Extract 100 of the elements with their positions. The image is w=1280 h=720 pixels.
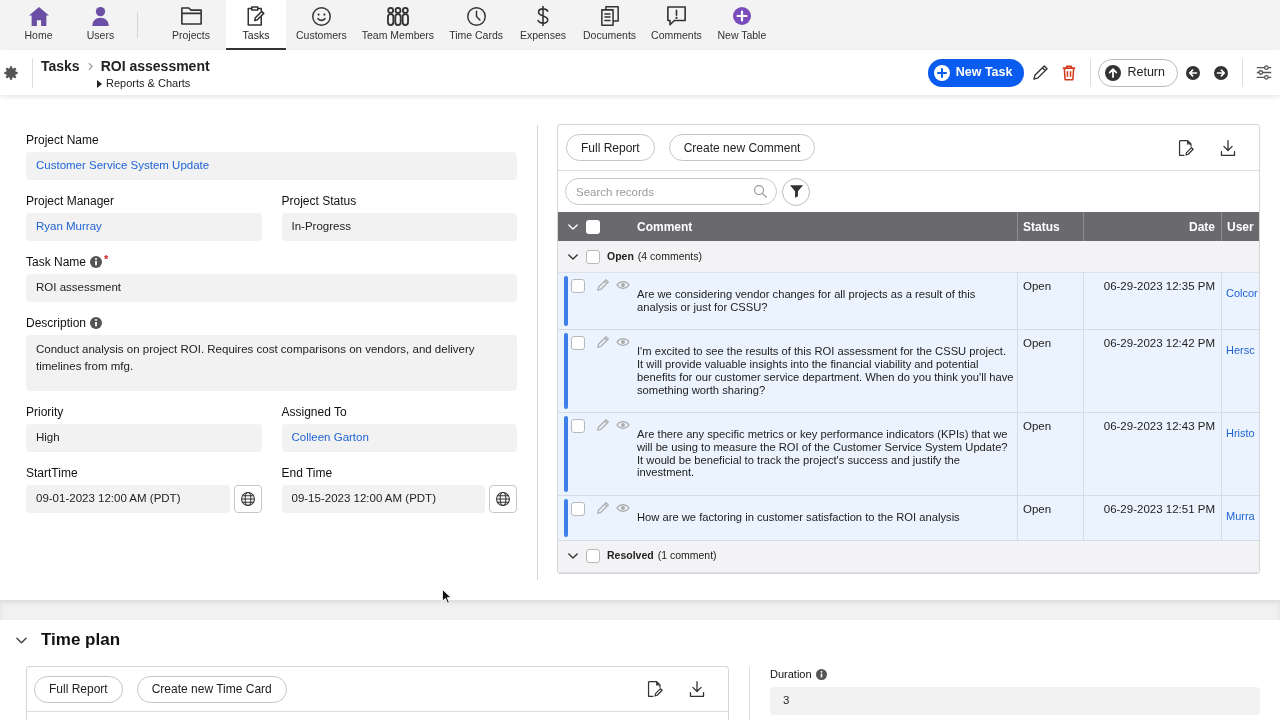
- record-link[interactable]: Customer Service System Update: [36, 157, 210, 175]
- input-field[interactable]: 3: [770, 687, 1260, 715]
- input-field[interactable]: High: [26, 424, 262, 452]
- search-icon: [754, 185, 767, 198]
- date-field[interactable]: 09-15-2023 12:00 AM (PDT): [281, 485, 485, 513]
- sliders-icon[interactable]: [1256, 65, 1272, 80]
- nav-item[interactable]: Home: [10, 0, 67, 50]
- nav-item[interactable]: Expenses: [513, 0, 573, 50]
- group-count: (4 comments): [637, 248, 703, 264]
- plus-circle-icon: [933, 64, 950, 81]
- date-field[interactable]: 09-01-2023 12:00 AM (PDT): [26, 485, 230, 513]
- status-cell: Open: [1017, 413, 1083, 496]
- chevron-icon[interactable]: [568, 253, 578, 260]
- chevron-icon[interactable]: [16, 636, 27, 644]
- return-button[interactable]: Return: [1098, 58, 1178, 87]
- required-mark: *: [104, 254, 109, 265]
- nav-item[interactable]: Users: [72, 0, 129, 50]
- field-label: Duration: [770, 666, 812, 682]
- comment-text: I'm excited to see the results of this ROI assessment for the CSSU project. It will provide valuable insights into the financial viability and potential benefits for our customer service department. When do you think you'll have something worth sharing?: [637, 344, 1015, 398]
- edit-note-icon[interactable]: [1178, 139, 1194, 156]
- filter-button[interactable]: [782, 177, 810, 206]
- toolbar-button[interactable]: Full Report: [566, 134, 655, 161]
- group-row[interactable]: Resolved (1 comment): [558, 540, 1259, 573]
- field-label: Project Name: [26, 131, 99, 149]
- checkbox[interactable]: [586, 219, 600, 234]
- field-label: Description: [26, 314, 87, 332]
- date-cell: 06-29-2023 12:51 PM: [1083, 496, 1221, 540]
- globe-icon: [496, 492, 510, 506]
- trash-icon[interactable]: [1062, 64, 1077, 81]
- arrow-up-icon: [1105, 64, 1122, 81]
- clipboard-icon: [247, 6, 265, 26]
- folder-icon: [180, 7, 202, 25]
- timezone-button[interactable]: [489, 485, 517, 513]
- field-label: Project Status: [281, 192, 357, 210]
- clock-icon: [466, 6, 486, 26]
- nav-item[interactable]: Customers: [291, 0, 352, 50]
- record-link[interactable]: Colleen Garton: [291, 429, 369, 447]
- checkbox[interactable]: [586, 549, 600, 564]
- toolbar-button[interactable]: Full Report: [34, 675, 123, 703]
- breadcrumb-link[interactable]: Tasks: [41, 55, 80, 77]
- nav-item[interactable]: Comments: [646, 0, 707, 50]
- date-cell: 06-29-2023 12:35 PM: [1083, 273, 1221, 330]
- arrow-left-icon[interactable]: [1186, 65, 1200, 80]
- download-icon[interactable]: [1220, 139, 1236, 156]
- date-cell: 06-29-2023 12:42 PM: [1083, 330, 1221, 413]
- checkbox[interactable]: [571, 502, 585, 517]
- checkbox[interactable]: [571, 419, 585, 434]
- group-label: Open: [607, 248, 634, 264]
- user-link[interactable]: Murra: [1226, 510, 1255, 523]
- user-icon: [92, 6, 109, 26]
- row-indicator: [564, 499, 568, 537]
- group-count: (1 comment): [657, 548, 717, 564]
- nav-item[interactable]: New Table: [711, 0, 772, 50]
- record-link[interactable]: Ryan Murray: [36, 218, 102, 236]
- nav-item[interactable]: Team Members: [356, 0, 440, 50]
- column-header[interactable]: Comment: [637, 217, 693, 236]
- field-label: StartTime: [26, 464, 78, 482]
- filter-icon: [789, 185, 803, 198]
- reports-link[interactable]: Reports & Charts: [97, 76, 210, 91]
- nav-item[interactable]: Time Cards: [444, 0, 508, 50]
- checkbox[interactable]: [586, 249, 600, 264]
- toolbar-button[interactable]: Create new Comment: [668, 134, 816, 161]
- chevron-icon[interactable]: [568, 553, 578, 560]
- nav-item[interactable]: Tasks: [226, 0, 286, 50]
- input-field[interactable]: ROI assessment: [26, 274, 517, 302]
- checkbox[interactable]: [571, 336, 585, 351]
- field-label: Assigned To: [281, 403, 347, 421]
- toolbar-button[interactable]: Create new Time Card: [136, 675, 287, 703]
- field-label: Task Name: [26, 253, 87, 271]
- globe-icon: [240, 492, 255, 506]
- search-field[interactable]: Search records: [565, 178, 777, 205]
- edit-note-icon[interactable]: [647, 681, 663, 697]
- input-field[interactable]: Colleen Garton: [281, 424, 517, 452]
- comment-text: Are there any specific metrics or key performance indicators (KPIs) that we will be using to measure the ROI of the Customer Service System Update? It would be beneficial to track the project's success and justify the investment.: [637, 427, 1009, 481]
- input-field[interactable]: Ryan Murray: [26, 213, 262, 241]
- new-task-button[interactable]: New Task: [927, 58, 1025, 87]
- chevron-down-icon[interactable]: [568, 223, 578, 230]
- download-icon[interactable]: [689, 681, 705, 697]
- group-label: Resolved: [607, 548, 654, 564]
- checkbox[interactable]: [571, 279, 585, 293]
- nav-item[interactable]: Documents: [578, 0, 642, 50]
- user-link[interactable]: Colcor: [1226, 287, 1258, 299]
- home-icon: [28, 6, 49, 26]
- input-field[interactable]: In-Progress: [281, 213, 517, 241]
- user-link[interactable]: Hersc: [1226, 344, 1255, 357]
- smiley-icon: [311, 6, 331, 26]
- nav-item[interactable]: Projects: [161, 0, 221, 50]
- section-title: Time plan: [41, 629, 121, 652]
- text-area[interactable]: Conduct analysis on project ROI. Requires cost comparisons on vendors, and delivery timelines from mfg.: [26, 335, 517, 391]
- dollar-icon: [537, 6, 549, 26]
- settings-icon[interactable]: [4, 65, 18, 80]
- arrow-right-icon[interactable]: [1214, 65, 1228, 80]
- input-field[interactable]: Customer Service System Update: [26, 152, 517, 180]
- user-link[interactable]: Hristo: [1226, 427, 1255, 440]
- date-cell: 06-29-2023 12:43 PM: [1083, 413, 1221, 496]
- edit-icon[interactable]: [1033, 65, 1049, 80]
- comment-text: Are we considering vendor changes for all projects as a result of this analysis or just for CSSU?: [637, 287, 977, 315]
- timezone-button[interactable]: [233, 485, 262, 513]
- group-row[interactable]: Open (4 comments): [558, 241, 1259, 273]
- plus-circle-icon: [732, 7, 751, 25]
